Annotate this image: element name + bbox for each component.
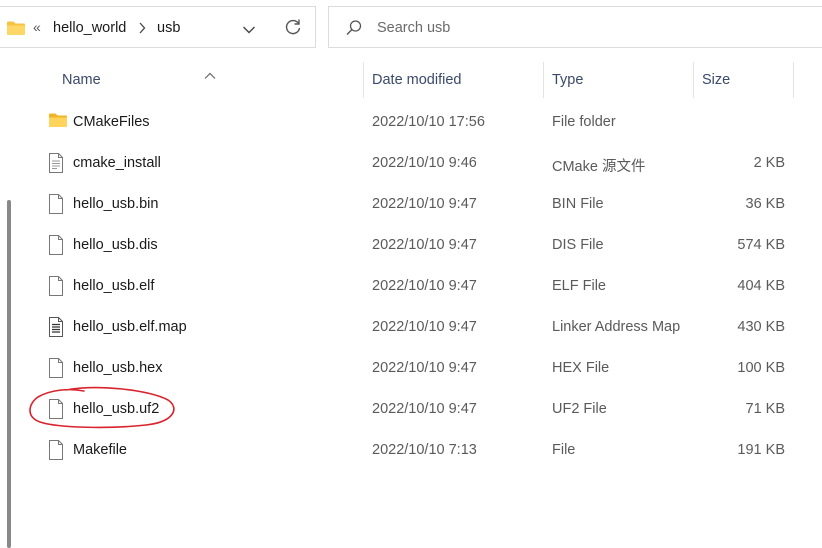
file-size: 574 KB xyxy=(737,237,785,253)
file-type: Linker Address Map xyxy=(552,319,681,335)
scrollbar-thumb[interactable] xyxy=(7,200,11,548)
file-type: UF2 File xyxy=(552,401,607,417)
column-header-date[interactable]: Date modified xyxy=(364,62,544,98)
chevron-down-icon[interactable] xyxy=(242,22,256,40)
file-icon xyxy=(48,440,64,464)
file-date: 2022/10/10 9:47 xyxy=(372,237,477,253)
column-header-name-label: Name xyxy=(62,72,101,88)
file-date: 2022/10/10 9:47 xyxy=(372,196,477,212)
file-date: 2022/10/10 17:56 xyxy=(372,114,485,130)
file-type: DIS File xyxy=(552,237,604,253)
file-icon xyxy=(48,358,64,382)
search-box[interactable] xyxy=(328,6,822,48)
search-input[interactable] xyxy=(377,18,797,38)
breadcrumb-usb[interactable]: usb xyxy=(157,20,180,36)
file-type: ELF File xyxy=(552,278,606,294)
column-header-type-label: Type xyxy=(552,72,584,88)
breadcrumb-hello-world[interactable]: hello_world xyxy=(53,20,126,36)
file-size: 430 KB xyxy=(737,319,785,335)
file-row-makefile[interactable]: Makefile 2022/10/10 7:13 File 191 KB xyxy=(14,430,822,471)
file-name: hello_usb.bin xyxy=(73,196,159,212)
file-type: BIN File xyxy=(552,196,604,212)
file-type: HEX File xyxy=(552,360,610,376)
file-date: 2022/10/10 9:46 xyxy=(372,155,477,171)
column-header-row: Name Date modified Type Size xyxy=(14,62,822,98)
vertical-scrollbar[interactable] xyxy=(0,60,14,548)
file-type: File folder xyxy=(552,114,616,130)
column-header-size[interactable]: Size xyxy=(694,62,794,98)
file-name: hello_usb.elf.map xyxy=(73,319,187,335)
file-row-cmakefiles[interactable]: CMakeFiles 2022/10/10 17:56 File folder xyxy=(14,102,822,143)
file-icon xyxy=(48,194,64,218)
file-name: CMakeFiles xyxy=(73,114,150,130)
file-row-hello-usb-bin[interactable]: hello_usb.bin 2022/10/10 9:47 BIN File 3… xyxy=(14,184,822,225)
file-date: 2022/10/10 7:13 xyxy=(372,442,477,458)
column-header-name[interactable]: Name xyxy=(14,62,364,98)
search-icon xyxy=(345,19,363,42)
column-header-type[interactable]: Type xyxy=(544,62,694,98)
file-type: File xyxy=(552,442,576,458)
file-date: 2022/10/10 9:47 xyxy=(372,401,477,417)
file-date: 2022/10/10 9:47 xyxy=(372,360,477,376)
file-row-cmake-install[interactable]: cmake_install 2022/10/10 9:46 CMake 源文件 … xyxy=(14,143,822,184)
file-name: hello_usb.hex xyxy=(73,360,163,376)
sort-ascending-icon xyxy=(204,58,216,94)
file-size: 100 KB xyxy=(737,360,785,376)
navigation-bar: « hello_world usb xyxy=(0,0,822,58)
file-name: Makefile xyxy=(73,442,127,458)
file-size: 404 KB xyxy=(737,278,785,294)
file-row-hello-usb-elf-map[interactable]: hello_usb.elf.map 2022/10/10 9:47 Linker… xyxy=(14,307,822,348)
file-size: 2 KB xyxy=(753,155,785,171)
text-file-icon xyxy=(48,153,64,177)
file-size: 36 KB xyxy=(745,196,786,212)
column-header-date-label: Date modified xyxy=(372,72,462,88)
file-name: hello_usb.elf xyxy=(73,278,155,294)
file-name: hello_usb.dis xyxy=(73,237,158,253)
file-size: 191 KB xyxy=(737,442,785,458)
column-header-size-label: Size xyxy=(702,72,731,88)
address-bar[interactable]: « hello_world usb xyxy=(0,6,316,48)
map-file-icon xyxy=(48,317,64,341)
chevron-right-icon[interactable] xyxy=(138,21,146,39)
file-icon xyxy=(48,235,64,259)
breadcrumb-overflow-icon[interactable]: « xyxy=(33,19,41,35)
file-icon xyxy=(48,276,64,300)
file-date: 2022/10/10 9:47 xyxy=(372,278,477,294)
file-row-hello-usb-hex[interactable]: hello_usb.hex 2022/10/10 9:47 HEX File 1… xyxy=(14,348,822,389)
file-size: 71 KB xyxy=(745,401,786,417)
annotation-circle xyxy=(29,386,175,429)
file-row-hello-usb-dis[interactable]: hello_usb.dis 2022/10/10 9:47 DIS File 5… xyxy=(14,225,822,266)
folder-icon xyxy=(6,20,26,41)
file-row-hello-usb-elf[interactable]: hello_usb.elf 2022/10/10 9:47 ELF File 4… xyxy=(14,266,822,307)
refresh-icon[interactable] xyxy=(283,17,303,42)
file-date: 2022/10/10 9:47 xyxy=(372,319,477,335)
file-type: CMake 源文件 xyxy=(552,159,646,175)
folder-icon xyxy=(48,112,68,132)
file-name: cmake_install xyxy=(73,155,161,171)
